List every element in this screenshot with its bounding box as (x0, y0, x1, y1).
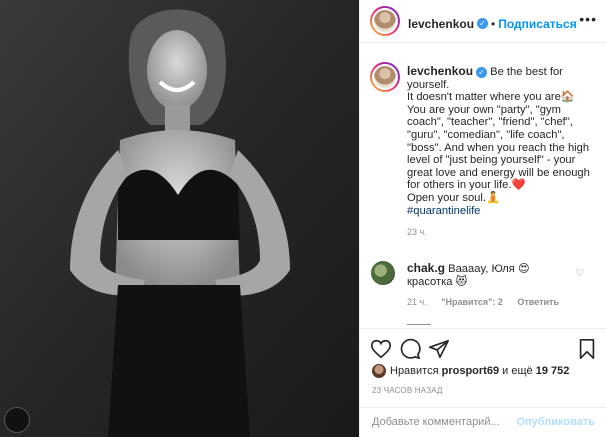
comment-meta: 21 ч. "Нравится": 2 Ответить (407, 297, 571, 307)
post-photo-image (0, 0, 359, 437)
likes-count[interactable]: 19 752 (536, 365, 570, 377)
header-author-line: levchenkou ✓ • Подписаться (408, 15, 577, 33)
likes-summary: Нравится prosport69 и ещё 19 752 (390, 365, 569, 377)
post-actions: Нравится prosport69 и ещё 19 752 23 ЧАСО… (360, 328, 606, 436)
caption-line: "guru", "comedian", "life coach", (407, 128, 565, 141)
verified-badge-icon: ✓ (477, 18, 489, 30)
verified-badge-icon: ✓ (476, 66, 488, 78)
post-caption: levchenkou ✓ Be the best for yourself. It… (407, 65, 599, 239)
separator-dot: • (491, 17, 496, 31)
comment-like-heart-icon[interactable]: ♡ (575, 268, 584, 279)
caption-line: It doesn't matter where you are🏠 (407, 91, 575, 104)
author-avatar[interactable] (370, 6, 400, 36)
hashtag-link[interactable]: #quarantinelife (407, 205, 599, 218)
comment-icon[interactable] (399, 338, 421, 360)
commenter-avatar[interactable] (371, 261, 395, 285)
heart-icon[interactable] (370, 338, 392, 360)
caption-username[interactable]: levchenkou (407, 64, 473, 78)
view-replies-line[interactable] (407, 324, 431, 325)
post-sidebar: levchenkou ✓ • Подписаться ••• levchenkou ✓ … (359, 0, 606, 437)
follow-button[interactable]: Подписаться (498, 17, 576, 31)
caption-line: great love and energy will be enough (407, 166, 590, 179)
caption-line: for others in your life.❤️ (407, 179, 526, 192)
caption-line: Open your soul.🧘 (407, 191, 500, 204)
comments-area[interactable]: levchenkou ✓ Be the best for yourself. It… (360, 43, 606, 328)
comment-time[interactable]: 21 ч. (407, 297, 427, 307)
likes-prefix: Нравится (390, 365, 439, 377)
caption-time[interactable]: 23 ч. (407, 226, 599, 239)
comment-item: chak.g Вааааy, Юля 😍 красотка 😻 (407, 262, 577, 289)
liker-username[interactable]: prosport69 (442, 365, 499, 377)
likes-middle: и ещё (502, 365, 533, 377)
more-options-icon[interactable]: ••• (579, 12, 597, 26)
post-timestamp[interactable]: 23 ЧАСОВ НАЗАД (372, 386, 443, 395)
post-header: levchenkou ✓ • Подписаться ••• (360, 0, 606, 43)
add-comment-bar: Опубликовать (360, 407, 606, 437)
bookmark-icon[interactable] (576, 338, 598, 360)
caption-line: Be the best for (490, 66, 563, 78)
tagged-user-icon[interactable] (4, 407, 30, 433)
comment-likes-count[interactable]: "Нравится": 2 (441, 297, 503, 307)
share-icon[interactable] (428, 338, 450, 360)
comment-username[interactable]: chak.g (407, 261, 445, 275)
comment-text-line2: красотка 😻 (407, 276, 468, 288)
comment-input[interactable] (372, 414, 522, 430)
caption-author-avatar[interactable] (370, 62, 400, 92)
liker-avatar[interactable] (372, 364, 386, 378)
publish-button[interactable]: Опубликовать (516, 416, 595, 428)
caption-line: level of "just being yourself" - your (407, 154, 576, 167)
caption-line: "boss". And when you reach the high (407, 141, 590, 154)
caption-line: coach", "teacher", "friend", "chef", (407, 116, 573, 129)
caption-line: You are your own "party", "gym (407, 103, 561, 116)
author-username[interactable]: levchenkou (408, 17, 474, 31)
post-photo[interactable] (0, 0, 359, 437)
reply-button[interactable]: Ответить (517, 297, 559, 307)
comment-text: Вааааy, Юля 😍 (448, 263, 530, 275)
caption-line: yourself. (407, 78, 450, 91)
